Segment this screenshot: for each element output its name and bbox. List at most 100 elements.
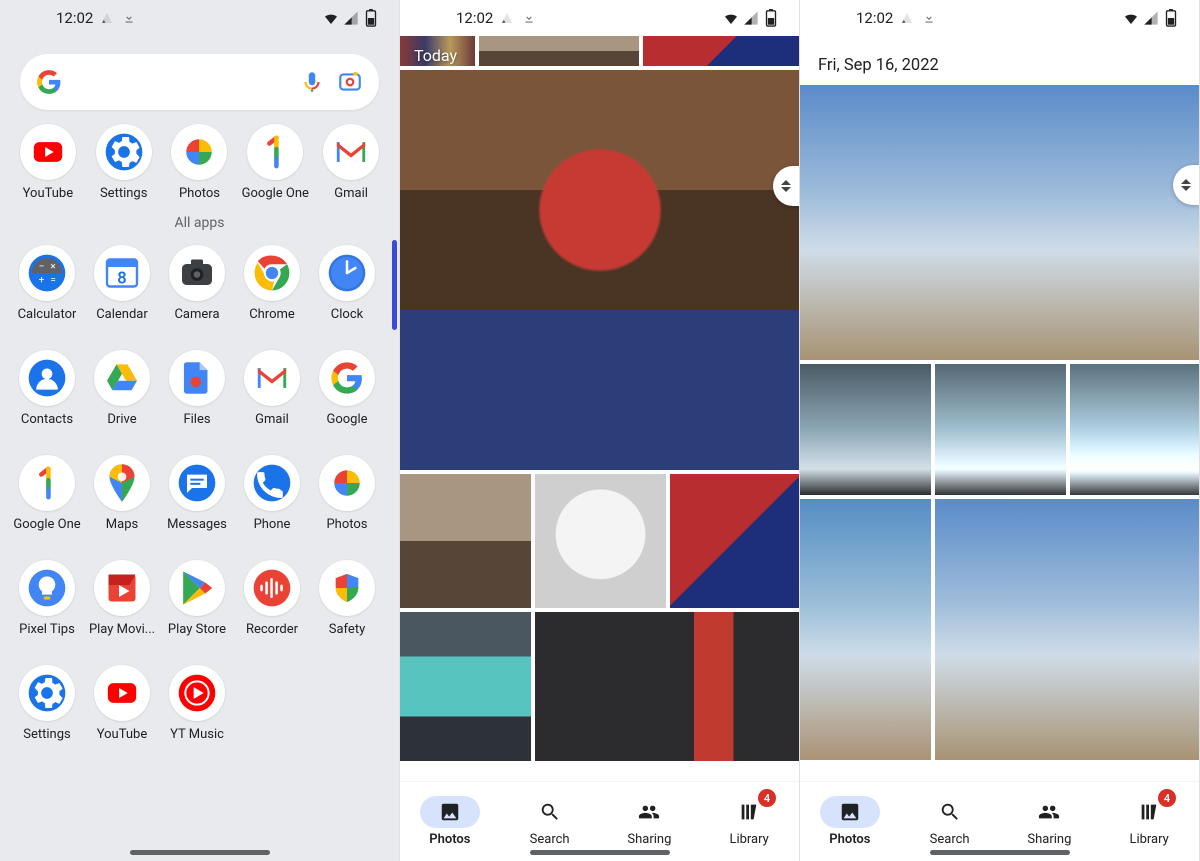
app-label: Gmail [334, 186, 368, 201]
app-youtube[interactable]: YouTube [13, 124, 83, 201]
camera-lens-icon[interactable] [337, 69, 363, 95]
chrome-icon [244, 245, 300, 301]
app-label: Play Movi... [89, 622, 155, 637]
messages-icon [169, 455, 225, 511]
status-bar: 12:02 [800, 0, 1199, 36]
nav-handle[interactable] [130, 850, 270, 855]
app-drive[interactable]: Drive [87, 350, 157, 427]
google-icon [319, 350, 375, 406]
app-google[interactable]: Google [312, 350, 382, 427]
status-bar: 12:02 [400, 0, 799, 36]
app-label: Files [183, 412, 210, 427]
app-files[interactable]: Files [162, 350, 232, 427]
photo-thumb[interactable] [400, 612, 531, 761]
app-google-one[interactable]: Google One [240, 124, 310, 201]
photo-thumb[interactable] [935, 499, 1199, 760]
app-settings[interactable]: Settings [12, 665, 82, 742]
photo-thumb[interactable] [1070, 364, 1199, 495]
date-header-overlay: Today [414, 46, 457, 65]
status-time: 12:02 [56, 9, 93, 27]
app-photos[interactable]: Photos [164, 124, 234, 201]
nav-handle[interactable] [530, 850, 670, 855]
search-bar[interactable] [20, 54, 379, 110]
photo-thumb[interactable] [535, 612, 799, 761]
settings-icon [19, 665, 75, 721]
app-recorder[interactable]: Recorder [237, 560, 307, 637]
youtube-icon [94, 665, 150, 721]
app-calendar[interactable]: 8Calendar [87, 245, 157, 322]
app-contacts[interactable]: Contacts [12, 350, 82, 427]
status-time: 12:02 [856, 9, 893, 27]
camera-icon [169, 245, 225, 301]
photo-thumb[interactable] [479, 36, 639, 66]
nav-library[interactable]: Library 4 [1099, 782, 1199, 861]
app-maps[interactable]: Maps [87, 455, 157, 532]
app-youtube[interactable]: YouTube [87, 665, 157, 742]
mic-icon[interactable] [299, 69, 325, 95]
svg-text:+: + [39, 275, 45, 286]
app-safety[interactable]: Safety [312, 560, 382, 637]
svg-text:=: = [50, 275, 55, 286]
photos-grid[interactable]: Today [400, 36, 799, 781]
nav-library[interactable]: Library 4 [699, 782, 799, 861]
app-google-one[interactable]: Google One [12, 455, 82, 532]
app-label: YouTube [23, 186, 74, 201]
app-label: Google One [13, 517, 80, 532]
nav-handle[interactable] [930, 850, 1070, 855]
photo-thumb[interactable] [643, 36, 799, 66]
photo-thumb[interactable] [935, 364, 1066, 495]
photo-thumb[interactable] [800, 499, 931, 760]
app-photos[interactable]: Photos [312, 455, 382, 532]
nav-label: Library [729, 832, 768, 847]
app-label: Safety [329, 622, 365, 637]
status-bar: 12:02 [0, 0, 399, 36]
photo-thumb[interactable] [670, 474, 799, 608]
people-icon [638, 801, 660, 823]
photo-thumb[interactable] [400, 474, 531, 608]
app-grid: −×+=Calculator8CalendarCameraChromeClock… [0, 241, 399, 861]
safety-icon [319, 560, 375, 616]
settings-icon [96, 124, 152, 180]
gmail-icon [244, 350, 300, 406]
photo-large[interactable] [800, 85, 1199, 360]
nav-photos[interactable]: Photos [800, 782, 900, 861]
gmail-icon [323, 124, 379, 180]
app-gmail[interactable]: Gmail [237, 350, 307, 427]
app-camera[interactable]: Camera [162, 245, 232, 322]
app-label: Messages [167, 517, 227, 532]
app-label: Maps [106, 517, 138, 532]
app-play-movies[interactable]: Play Movi... [87, 560, 157, 637]
all-apps-heading: All apps [0, 215, 399, 231]
app-label: Photos [326, 517, 367, 532]
app-play-store[interactable]: Play Store [162, 560, 232, 637]
scrollbar-thumb[interactable] [392, 240, 397, 330]
google-one-icon [19, 455, 75, 511]
app-yt-music[interactable]: YT Music [162, 665, 232, 742]
drive-icon [94, 350, 150, 406]
photo-large[interactable] [400, 70, 799, 470]
app-calculator[interactable]: −×+=Calculator [12, 245, 82, 322]
photos-grid[interactable] [800, 85, 1199, 781]
search-icon [539, 801, 561, 823]
app-gmail[interactable]: Gmail [316, 124, 386, 201]
favorite-apps-row: YouTube SettingsPhotosGoogle One Gmail [0, 120, 399, 209]
app-chrome[interactable]: Chrome [237, 245, 307, 322]
app-phone[interactable]: Phone [237, 455, 307, 532]
app-clock[interactable]: Clock [312, 245, 382, 322]
app-settings[interactable]: Settings [89, 124, 159, 201]
signal-small-icon [499, 10, 515, 26]
nav-label: Library [1129, 832, 1168, 847]
photo-thumb[interactable] [535, 474, 666, 608]
photo-thumb[interactable] [800, 364, 931, 495]
signal-small-icon [99, 10, 115, 26]
wifi-icon [723, 10, 739, 26]
signal-icon [1143, 10, 1159, 26]
app-label: Chrome [249, 307, 295, 322]
phone-icon [244, 455, 300, 511]
bottom-nav: Photos Search Sharing Library 4 [400, 781, 799, 861]
photos-screen-today: 12:02 Today Photos Search [400, 0, 800, 861]
app-pixel-tips[interactable]: Pixel Tips [12, 560, 82, 637]
app-label: Drive [107, 412, 136, 427]
nav-photos[interactable]: Photos [400, 782, 500, 861]
app-messages[interactable]: Messages [162, 455, 232, 532]
